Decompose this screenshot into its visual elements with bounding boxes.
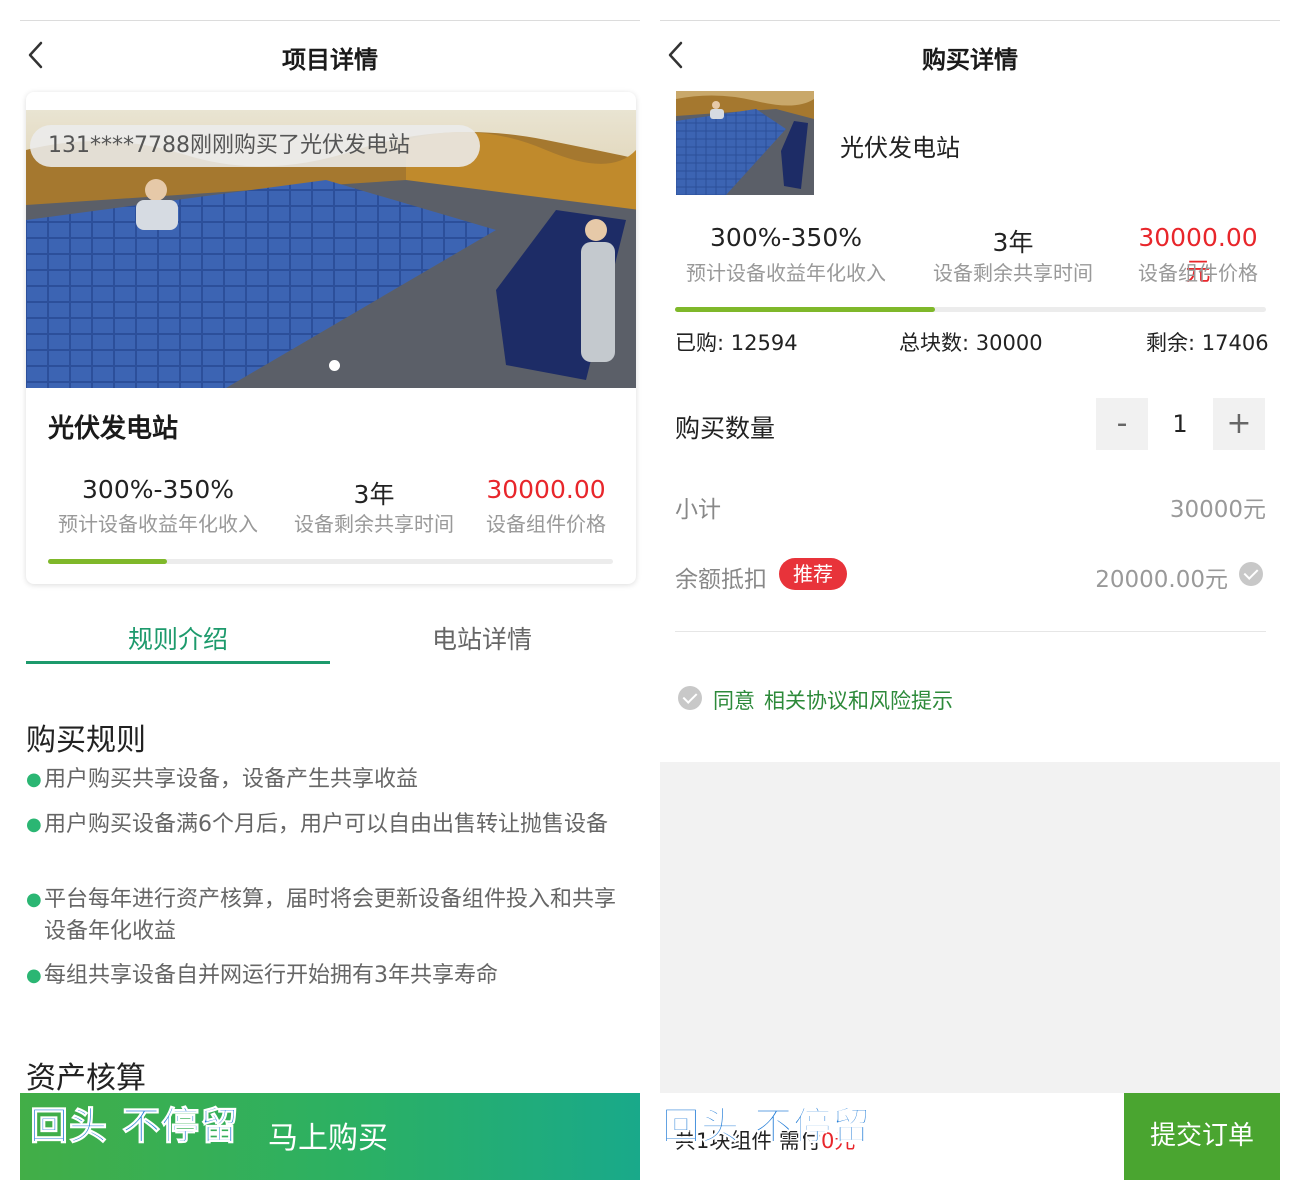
agreement-link[interactable]: 相关协议和风险提示: [764, 685, 953, 715]
subtotal-value: 30000元: [1169, 497, 1266, 523]
carousel-indicator[interactable]: [329, 360, 340, 371]
left-top-divider: [20, 20, 640, 21]
buy-now-button[interactable]: 马上购买: [268, 1113, 388, 1157]
remaining-time-label: 设备剩余共享时间: [294, 512, 454, 536]
right-sale-progress-fill: [675, 307, 936, 312]
bullet-icon: ●: [26, 814, 42, 835]
bullet-icon: ●: [26, 769, 42, 790]
balance-deduct-label: 余额抵扣: [675, 567, 767, 593]
recommend-badge: 推荐: [779, 558, 847, 590]
buy-now-bar[interactable]: 回头 不停留 马上购买: [20, 1093, 640, 1180]
agree-label: 同意: [713, 689, 755, 713]
right-remaining-time-value: 3年: [992, 228, 1034, 257]
empty-content-area: [660, 762, 1280, 1093]
right-yield-label: 预计设备收益年化收入: [686, 261, 886, 285]
section-divider: [675, 631, 1266, 632]
asset-accounting-heading: 资产核算: [26, 1061, 146, 1096]
tab-rules[interactable]: 规则介绍: [26, 620, 330, 656]
rule-item: ● 每组共享设备自并网运行开始拥有3年共享寿命: [26, 960, 640, 993]
bullet-icon: ●: [26, 965, 42, 986]
left-back-icon[interactable]: [22, 38, 52, 72]
right-overlay-slogan: 回头 不停留: [661, 1104, 872, 1149]
right-sale-progress-bar: [675, 307, 1266, 312]
left-page-title: 项目详情: [282, 46, 378, 74]
right-yield-value: 300%-350%: [710, 223, 862, 252]
solar-thumbnail-illustration: [676, 91, 814, 195]
rule-item: ● 用户购买设备满6个月后，用户可以自由出售转让抛售设备: [26, 809, 640, 842]
yield-value: 300%-350%: [82, 475, 234, 504]
agreement-check-icon[interactable]: [678, 686, 702, 710]
balance-check-icon[interactable]: [1239, 562, 1263, 586]
subtotal-label: 小计: [675, 497, 721, 523]
right-top-divider: [660, 20, 1280, 21]
purchase-rules-heading: 购买规则: [26, 723, 146, 758]
tab-station-details[interactable]: 电站详情: [330, 620, 634, 656]
quantity-label: 购买数量: [675, 414, 776, 443]
product-thumbnail: [676, 91, 814, 195]
project-title: 光伏发电站: [48, 414, 179, 444]
project-card: 131****7788刚刚购买了光伏发电站 光伏发电站 300%-350% 预计…: [26, 92, 636, 584]
quantity-input[interactable]: 1: [1150, 398, 1210, 450]
sale-progress-bar: [48, 559, 613, 564]
overlay-slogan: 回头 不停留: [29, 1104, 240, 1149]
right-page-title: 购买详情: [922, 46, 1018, 74]
right-remaining-time-label: 设备剩余共享时间: [933, 261, 1093, 285]
remaining-count: 剩余: 17406: [1146, 331, 1269, 355]
balance-deduct-value: 20000.00元: [1095, 567, 1228, 593]
rule-item: ● 平台每年进行资产核算，届时将会更新设备组件投入和共享设备年化收益: [26, 884, 640, 948]
yield-label: 预计设备收益年化收入: [58, 512, 258, 536]
quantity-plus-button[interactable]: +: [1213, 398, 1265, 450]
price-label: 设备组件价格: [486, 512, 606, 536]
right-back-icon[interactable]: [662, 38, 692, 72]
total-count: 总块数: 30000: [899, 331, 1043, 355]
bought-count: 已购: 12594: [675, 331, 798, 355]
submit-order-button[interactable]: 提交订单: [1124, 1093, 1280, 1180]
right-price-label: 设备组件价格: [1138, 261, 1258, 285]
remaining-time-value: 3年: [353, 480, 395, 509]
quantity-minus-button[interactable]: -: [1096, 398, 1148, 450]
active-tab-indicator: [26, 661, 330, 664]
price-value: 30000.00: [486, 475, 606, 504]
rule-item: ● 用户购买共享设备，设备产生共享收益: [26, 764, 640, 797]
product-name: 光伏发电站: [840, 134, 960, 162]
purchase-notice: 131****7788刚刚购买了光伏发电站: [30, 125, 480, 167]
sale-progress-fill: [48, 559, 167, 564]
bullet-icon: ●: [26, 889, 42, 910]
